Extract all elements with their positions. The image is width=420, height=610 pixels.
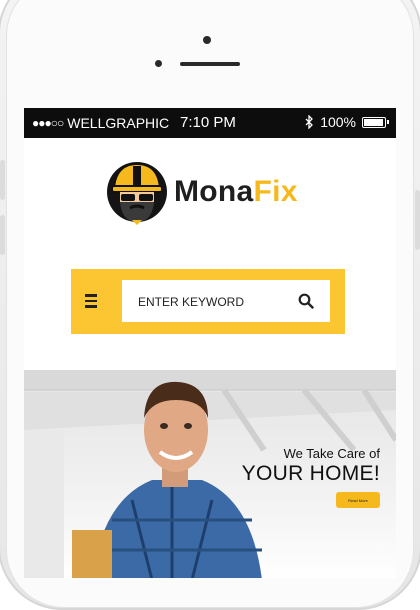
search-bar xyxy=(71,269,345,334)
bluetooth-icon xyxy=(305,115,314,129)
search-input[interactable] xyxy=(136,280,290,324)
hero-tagline: We Take Care of xyxy=(283,446,380,461)
clock: 7:10 PM xyxy=(180,114,236,131)
logo-text: MonaFix xyxy=(174,175,298,209)
carrier-name: WELLGRAPHIC xyxy=(67,115,170,131)
carrier-info: ●●●○○ WELLGRAPHIC xyxy=(32,115,169,131)
phone-side-button xyxy=(415,190,420,250)
read-more-button[interactable]: Read More xyxy=(336,492,380,508)
search-icon[interactable] xyxy=(298,293,314,309)
phone-screen: ●●●○○ WELLGRAPHIC 7:10 PM 100% MonaFix E… xyxy=(24,108,396,578)
status-bar: ●●●○○ WELLGRAPHIC 7:10 PM 100% xyxy=(24,108,396,138)
phone-side-button xyxy=(0,215,5,255)
phone-side-button xyxy=(0,160,5,200)
hero-banner: We Take Care of YOUR HOME! Read More xyxy=(24,370,396,578)
front-camera xyxy=(203,36,211,44)
battery-icon xyxy=(362,116,389,128)
proximity-sensor xyxy=(155,60,162,67)
hero-headline: YOUR HOME! xyxy=(241,462,380,485)
worker-mascot-icon xyxy=(107,162,167,225)
logo-text-part2: Fix xyxy=(253,175,298,208)
signal-strength: ●●●○○ xyxy=(32,116,64,130)
status-right: 100% xyxy=(305,114,389,130)
search-box xyxy=(122,280,330,324)
earpiece-speaker xyxy=(180,62,240,66)
site-logo[interactable]: MonaFix xyxy=(106,158,298,226)
hamburger-menu-icon[interactable] xyxy=(85,292,103,310)
logo-text-part1: Mona xyxy=(174,175,254,208)
battery-percent: 100% xyxy=(320,114,356,130)
battery-fill xyxy=(364,118,383,126)
